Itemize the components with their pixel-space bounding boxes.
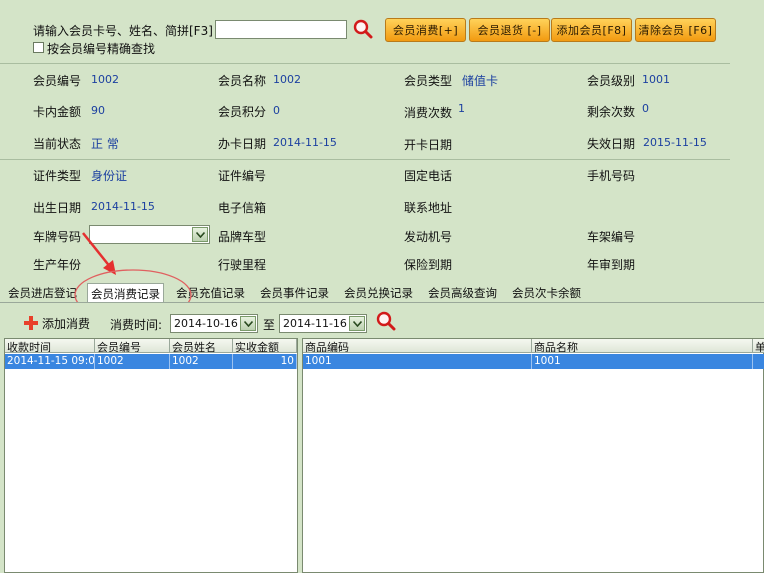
column-header[interactable]: 实收金额 xyxy=(233,339,297,353)
table-cell[interactable]: 1002 xyxy=(170,354,233,369)
column-header[interactable]: 单 xyxy=(753,339,764,353)
column-header[interactable]: 会员编号 xyxy=(95,339,170,353)
chevron-down-icon[interactable] xyxy=(349,316,365,331)
column-header[interactable]: 商品编码 xyxy=(303,339,532,353)
chevron-down-icon[interactable] xyxy=(240,316,256,331)
table-cell[interactable]: 1001 xyxy=(532,354,753,369)
date-from-field[interactable]: 2014-10-16 xyxy=(170,314,258,333)
date-to-label: 至 xyxy=(263,318,276,332)
consume-detail-grid[interactable]: 商品编码 商品名称 单 1001 1001 xyxy=(302,338,764,573)
column-header[interactable]: 收款时间 xyxy=(5,339,95,353)
consume-time-label: 消费时间: xyxy=(110,318,163,332)
table-cell[interactable]: 10 xyxy=(233,354,297,369)
search-icon[interactable] xyxy=(376,311,396,331)
add-consume-button[interactable]: 添加消费 xyxy=(42,315,90,332)
column-header[interactable]: 会员姓名 xyxy=(170,339,233,353)
date-from-value: 2014-10-16 xyxy=(174,317,238,330)
date-to-value: 2014-11-16 xyxy=(283,317,347,330)
table-cell[interactable]: 2014-11-15 09:0 xyxy=(5,354,95,369)
column-header[interactable]: 商品名称 xyxy=(532,339,753,353)
date-to-field[interactable]: 2014-11-16 xyxy=(279,314,367,333)
add-icon[interactable] xyxy=(23,315,39,331)
table-cell[interactable]: 1002 xyxy=(95,354,170,369)
table-cell[interactable] xyxy=(753,354,764,369)
consume-record-grid[interactable]: 收款时间 会员编号 会员姓名 实收金额 2014-11-15 09:0 1002… xyxy=(4,338,298,573)
table-cell[interactable]: 1001 xyxy=(303,354,532,369)
